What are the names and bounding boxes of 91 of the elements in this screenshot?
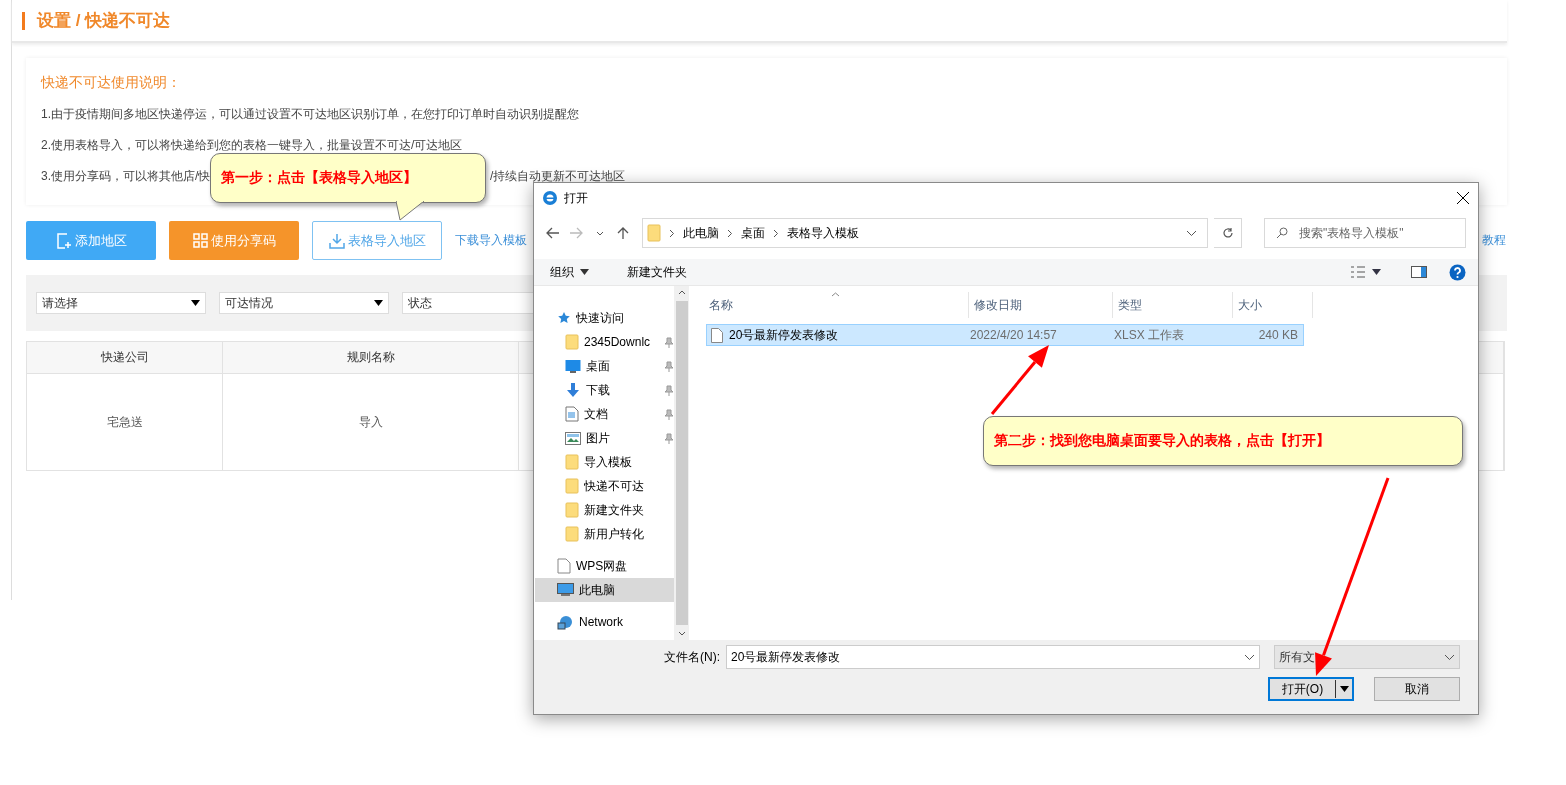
breadcrumb-item[interactable]: 桌面 <box>741 224 766 242</box>
callout: 第二步：找到您电脑桌面要导入的表格，点击【打开】 <box>983 416 1463 466</box>
nav-item[interactable]: 桌面 <box>535 354 674 378</box>
caret-icon <box>1339 686 1349 692</box>
scroll-down-icon[interactable] <box>677 631 686 636</box>
address-bar[interactable]: 此电脑 桌面 表格导入模板 <box>642 218 1209 248</box>
document-icon <box>565 406 579 422</box>
nav-item[interactable]: 导入模板 <box>535 450 674 474</box>
arrow <box>990 345 1049 415</box>
help-icon[interactable] <box>1449 263 1466 281</box>
network-icon <box>557 614 574 630</box>
table-cell: 导入 <box>223 374 519 470</box>
sort-icon <box>831 292 840 297</box>
list-icon <box>1350 265 1366 279</box>
instruction-text: 2.使用表格导入，可以将快递给到您的表格一键导入，批量设置不可达/可达地区 <box>41 137 463 154</box>
grid-icon <box>192 233 208 248</box>
new-folder-button[interactable]: 新建文件夹 <box>619 263 695 281</box>
folder-icon <box>565 502 579 518</box>
chevron-icon <box>773 228 780 238</box>
column-header[interactable]: 大小 <box>1233 292 1313 318</box>
nav-item[interactable]: 图片 <box>535 426 674 450</box>
add-icon <box>55 232 72 249</box>
file-name: 20号最新停发表修改 <box>729 326 839 344</box>
instruction-text: 1.由于疫情期间多地区快递停运，可以通过设置不可达地区识别订单，在您打印订单时自动识别提醒您 <box>41 106 579 123</box>
file-date: 2022/4/20 14:57 <box>970 328 1058 342</box>
chevron-icon <box>727 228 734 238</box>
breadcrumb-item[interactable]: 表格导入模板 <box>787 224 860 242</box>
template-link[interactable]: 下载导入模板 <box>455 232 527 249</box>
file-icon <box>557 558 571 574</box>
filter-select[interactable]: 请选择 <box>36 292 206 314</box>
close-icon <box>1457 192 1469 204</box>
file-row[interactable]: 20号最新停发表修改 2022/4/20 14:57 XLSX 工作表 240 KB <box>706 324 1304 346</box>
caret-icon <box>374 300 383 306</box>
column-header: 规则名称 <box>223 342 519 373</box>
search-icon <box>1276 227 1288 239</box>
instruction-text: 3.使用分享码，可以将其他店/快 <box>41 168 211 185</box>
monitor-icon <box>565 359 581 373</box>
chevron-icon <box>669 228 676 238</box>
file-size: 240 KB <box>1257 328 1299 342</box>
download-icon <box>328 232 345 249</box>
search-field[interactable]: 搜索"表格导入模板" <box>1264 218 1466 248</box>
folder-icon <box>565 478 579 494</box>
column-header[interactable]: 修改日期 <box>969 292 1113 318</box>
scroll-thumb[interactable] <box>675 301 688 625</box>
nav-item[interactable]: 文档 <box>535 402 674 426</box>
cancel-button[interactable]: 取消 <box>1374 677 1460 701</box>
table-cell: 宅急送 <box>27 374 223 470</box>
column-header[interactable]: 名称 <box>706 292 969 318</box>
nav-item[interactable]: 快递不可达 <box>535 474 674 498</box>
instructions-heading: 快递不可达使用说明： <box>41 74 182 92</box>
star-icon <box>557 311 571 325</box>
nav-item[interactable]: 下载 <box>535 378 674 402</box>
download-icon <box>565 382 581 398</box>
filename-field[interactable]: 20号最新停发表修改 <box>726 645 1260 669</box>
nav-item[interactable]: 新建文件夹 <box>535 498 674 522</box>
organize-menu[interactable]: 组织 <box>542 263 597 281</box>
refresh-button[interactable] <box>1214 218 1242 248</box>
column-header: 快递公司 <box>27 342 223 373</box>
nav-item[interactable]: WPS网盘 <box>535 554 674 578</box>
chevron-icon <box>595 230 604 236</box>
callout-tail <box>396 201 426 221</box>
file-type: XLSX 工作表 <box>1114 326 1186 344</box>
dialog-title: 打开 <box>564 189 589 207</box>
chevron-icon <box>1186 229 1198 237</box>
tutorial-link[interactable]: 教程 <box>1482 232 1506 249</box>
chevron-icon <box>1244 653 1255 661</box>
folder-icon <box>565 454 579 470</box>
preview-pane-icon[interactable] <box>1411 266 1427 278</box>
folder-icon <box>565 526 579 542</box>
file-icon <box>711 327 723 343</box>
page-title: 设置 / 快递不可达 <box>37 10 171 32</box>
nav-item[interactable]: 此电脑 <box>535 578 674 602</box>
breadcrumb-item[interactable]: 此电脑 <box>683 224 720 242</box>
refresh-icon <box>1221 227 1234 239</box>
folder-icon <box>647 224 662 242</box>
filetype-select[interactable]: 所有文 <box>1274 645 1460 669</box>
scroll-up-icon[interactable] <box>677 290 686 295</box>
nav-item[interactable]: Network <box>535 610 674 634</box>
caret-icon <box>191 300 200 306</box>
nav-item[interactable]: 2345Downlc <box>535 330 674 354</box>
folder-icon <box>565 334 579 350</box>
filter-select[interactable]: 可达情况 <box>219 292 389 314</box>
picture-icon <box>565 431 581 445</box>
browser-icon <box>542 190 558 206</box>
filename-label: 文件名(N): <box>664 648 720 666</box>
nav-item[interactable]: 新用户转化 <box>535 522 674 546</box>
open-button[interactable]: 打开(O) <box>1268 677 1354 701</box>
chevron-icon <box>1444 653 1455 661</box>
column-header[interactable]: 类型 <box>1113 292 1233 318</box>
instruction-text: /持续自动更新不可达地区 <box>490 168 626 185</box>
computer-icon <box>557 583 574 597</box>
